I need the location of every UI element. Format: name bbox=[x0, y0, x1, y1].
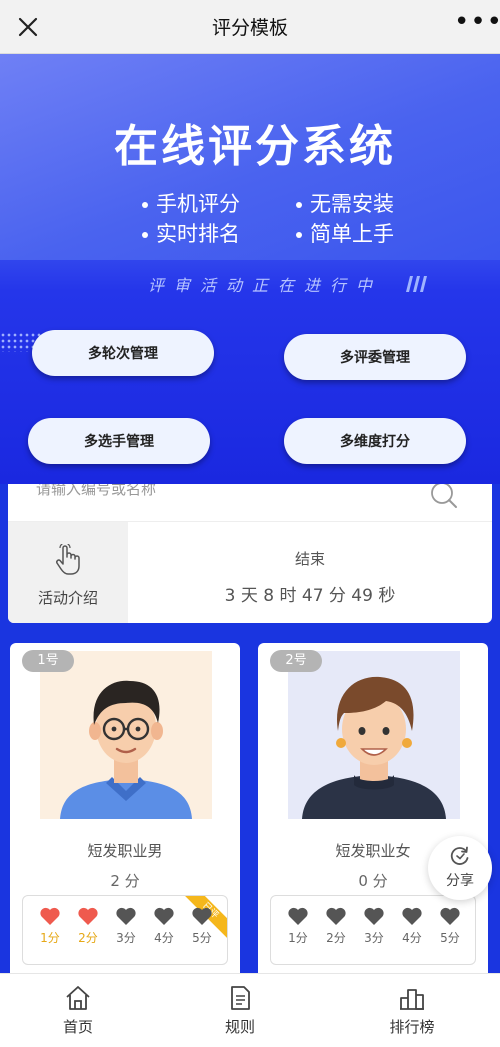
contestant-number-badge: 2号 bbox=[270, 650, 322, 672]
heart-icon bbox=[40, 907, 60, 925]
feature-item: 无需安装 bbox=[296, 188, 394, 218]
tab-ranking[interactable]: 排行榜 bbox=[352, 974, 472, 1047]
heart-icon bbox=[154, 907, 174, 925]
rating-selector: 1分 2分 3分 4分 5分 bbox=[270, 895, 476, 965]
rating-option[interactable]: 1分 bbox=[35, 906, 65, 946]
rating-option[interactable]: 2分 bbox=[321, 906, 351, 946]
contestant-card[interactable]: 2号 短发职业女 0 分 1分 2分 3分 4分 5分 bbox=[258, 643, 488, 983]
multi-round-button[interactable]: 多轮次管理 bbox=[32, 330, 214, 376]
progress-bars-icon bbox=[406, 276, 427, 292]
heart-icon bbox=[364, 907, 384, 925]
activity-intro-label: 活动介绍 bbox=[37, 589, 98, 607]
contestant-score: 2 分 bbox=[110, 872, 140, 890]
heart-icon bbox=[192, 907, 212, 925]
heart-icon bbox=[402, 907, 422, 925]
contestant-card[interactable]: 1号 短发职业男 2 分 已评 1分 2分 3分 4分 5分 bbox=[10, 643, 240, 983]
pointing-hand-icon bbox=[56, 544, 80, 575]
ranking-icon bbox=[400, 989, 424, 1010]
multi-judge-button[interactable]: 多评委管理 bbox=[284, 334, 466, 380]
tab-home[interactable]: 首页 bbox=[18, 974, 138, 1047]
heart-icon bbox=[326, 907, 346, 925]
rating-option[interactable]: 5分 bbox=[435, 906, 465, 946]
close-icon[interactable] bbox=[10, 9, 46, 45]
rating-option[interactable]: 5分 bbox=[187, 906, 217, 946]
heart-icon bbox=[440, 907, 460, 925]
banner-headline: 在线评分系统 bbox=[114, 121, 396, 172]
end-label: 结束 bbox=[294, 550, 325, 568]
rating-option[interactable]: 1分 bbox=[283, 906, 313, 946]
rating-option[interactable]: 3分 bbox=[359, 906, 389, 946]
tab-rules[interactable]: 规则 bbox=[180, 974, 300, 1047]
contestant-number-badge: 1号 bbox=[22, 650, 74, 672]
contestant-name: 短发职业男 bbox=[87, 842, 163, 860]
rating-option[interactable]: 4分 bbox=[149, 906, 179, 946]
contestant-photo bbox=[288, 651, 460, 819]
bottom-tab-bar: 首页 规则 排行榜 bbox=[0, 973, 500, 1047]
share-button[interactable]: 分享 bbox=[428, 836, 492, 900]
document-icon bbox=[231, 986, 250, 1010]
home-icon bbox=[66, 986, 90, 1010]
rating-option[interactable]: 2分 bbox=[73, 906, 103, 946]
rating-option[interactable]: 4分 bbox=[397, 906, 427, 946]
contestant-photo bbox=[40, 651, 212, 819]
search-icon[interactable] bbox=[429, 484, 459, 510]
rating-selector: 已评 1分 2分 3分 4分 5分 bbox=[22, 895, 228, 965]
search-input[interactable]: 请输入编号或名称 bbox=[36, 484, 156, 499]
multi-contestant-button[interactable]: 多选手管理 bbox=[28, 418, 210, 464]
page-title: 评分模板 bbox=[211, 17, 288, 39]
activity-intro-button[interactable]: 活动介绍 bbox=[8, 522, 128, 623]
feature-item: 简单上手 bbox=[296, 218, 394, 248]
heart-icon bbox=[116, 907, 136, 925]
multi-dimension-button[interactable]: 多维度打分 bbox=[284, 418, 466, 464]
hero-banner: 在线评分系统 手机评分 无需安装 实时排名 简单上手 评审活动正在进行中 多轮次… bbox=[0, 54, 500, 484]
share-label: 分享 bbox=[446, 873, 474, 889]
activity-info-card: 请输入编号或名称 活动介绍 结束 3 天 8 时 47 分 49 秒 bbox=[8, 484, 492, 623]
heart-icon bbox=[78, 907, 98, 925]
more-options-icon[interactable]: ••• bbox=[454, 9, 500, 41]
feature-item: 手机评分 bbox=[142, 188, 240, 218]
feature-item: 实时排名 bbox=[142, 218, 240, 248]
rating-option[interactable]: 3分 bbox=[111, 906, 141, 946]
activity-status-text: 评审活动正在进行中 bbox=[148, 276, 383, 295]
top-nav-bar: 评分模板 ••• bbox=[0, 0, 500, 54]
share-icon bbox=[450, 846, 469, 865]
countdown-timer: 3 天 8 时 47 分 49 秒 bbox=[224, 586, 396, 606]
heart-icon bbox=[288, 907, 308, 925]
